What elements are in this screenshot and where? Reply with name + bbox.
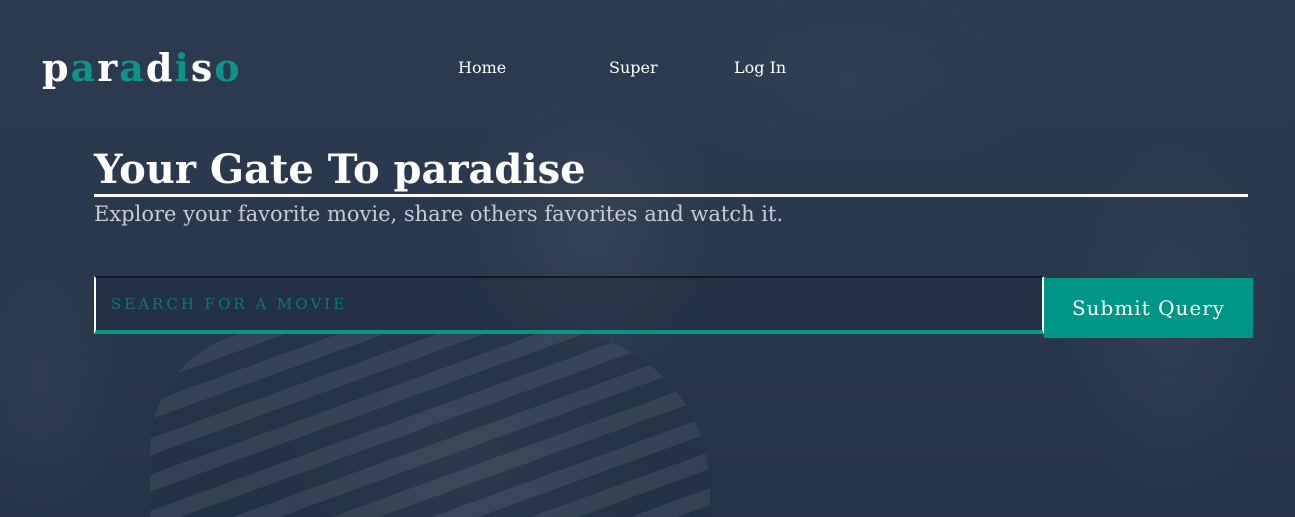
logo-letter: a [70,45,98,90]
submit-query-button[interactable]: Submit Query [1044,278,1253,338]
nav-link-home[interactable]: Home [458,58,506,78]
logo-letter: d [145,45,175,90]
hero-subtitle: Explore your favorite movie, share other… [94,202,784,226]
nav-link-super[interactable]: Super [609,58,658,78]
hero-title: Your Gate To paradise [94,146,1248,197]
logo-letter: s [190,45,215,90]
logo[interactable]: paradiso [42,46,242,90]
logo-letter: o [214,45,242,90]
search-form: Submit Query [94,276,1253,338]
nav-link-login[interactable]: Log In [734,58,786,78]
logo-letter: p [42,45,71,90]
search-input[interactable] [94,276,1044,334]
logo-letter: a [119,45,146,90]
logo-letter: i [174,45,191,90]
logo-letter: r [97,45,120,90]
